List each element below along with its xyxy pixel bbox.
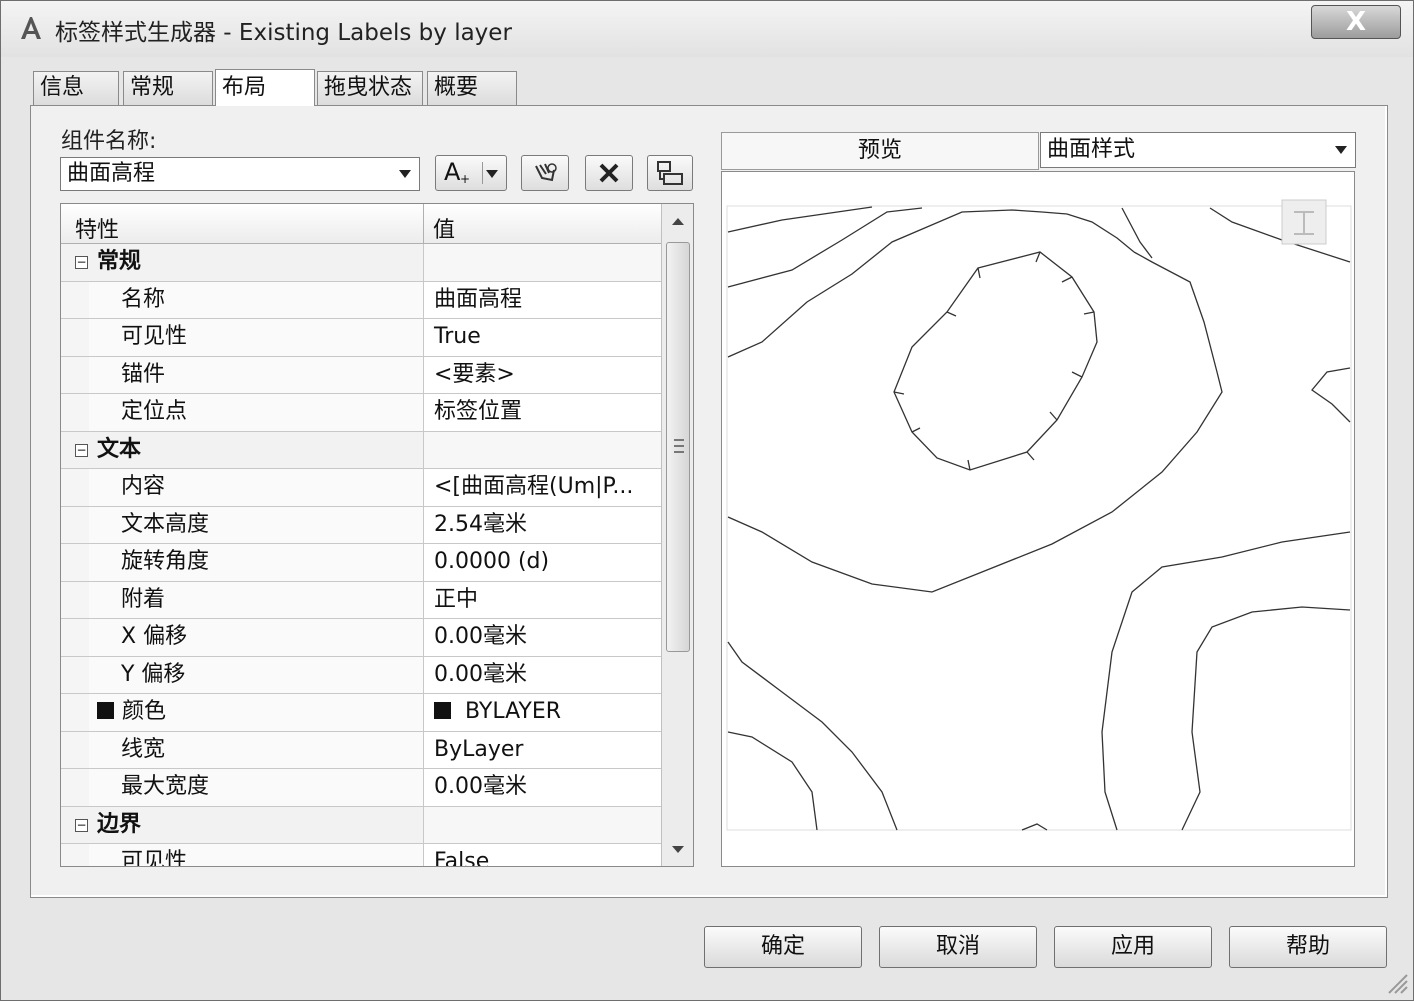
table-row[interactable]: 锚件 <要素> bbox=[61, 356, 661, 394]
color-swatch-icon bbox=[434, 701, 451, 719]
help-button[interactable]: 帮助 bbox=[1229, 926, 1387, 968]
preview-label: 预览 bbox=[721, 132, 1039, 170]
chevron-down-icon bbox=[399, 170, 411, 178]
title-bar: 标签样式生成器 - Existing Labels by layer X bbox=[1, 1, 1413, 57]
create-text-component-button[interactable]: A + bbox=[435, 155, 507, 191]
collapse-icon[interactable]: − bbox=[75, 443, 88, 457]
table-row[interactable]: Y 偏移 0.00毫米 bbox=[61, 656, 661, 694]
tab-dragged-state[interactable]: 拖曳状态 bbox=[317, 71, 423, 105]
property-value[interactable]: 标签位置 bbox=[423, 394, 661, 431]
collapse-icon[interactable]: − bbox=[75, 818, 88, 832]
property-name: 可见性 bbox=[89, 844, 423, 866]
grid-scrollbar[interactable] bbox=[661, 204, 693, 866]
dropdown-arrow-icon bbox=[486, 170, 498, 178]
property-name: 线宽 bbox=[89, 731, 423, 768]
scroll-thumb[interactable] bbox=[666, 242, 690, 652]
property-value[interactable]: 2.54毫米 bbox=[423, 506, 661, 543]
grid-header: 特性 值 bbox=[61, 204, 661, 244]
property-name: 旋转角度 bbox=[89, 544, 423, 581]
chevron-down-icon bbox=[1335, 146, 1347, 154]
table-row[interactable]: 可见性 True bbox=[61, 319, 661, 357]
text-component-icon: A bbox=[444, 158, 461, 186]
group-label: 常规 bbox=[97, 249, 142, 274]
table-row[interactable]: 文本高度 2.54毫米 bbox=[61, 506, 661, 544]
contour-preview-image bbox=[726, 199, 1352, 831]
property-name: 定位点 bbox=[89, 394, 423, 431]
property-value[interactable]: 0.00毫米 bbox=[423, 656, 661, 693]
component-order-icon bbox=[657, 161, 683, 185]
property-name: 名称 bbox=[89, 281, 423, 318]
property-name: Y 偏移 bbox=[89, 656, 423, 693]
property-value[interactable]: True bbox=[423, 319, 661, 356]
table-row[interactable]: X 偏移 0.00毫米 bbox=[61, 619, 661, 657]
table-row[interactable]: 可见性 False bbox=[61, 844, 661, 866]
value-column-header: 值 bbox=[433, 218, 456, 243]
tab-summary[interactable]: 概要 bbox=[427, 71, 517, 105]
property-name: 附着 bbox=[89, 581, 423, 618]
collapse-icon[interactable]: − bbox=[75, 256, 88, 269]
component-name-value: 曲面高程 bbox=[67, 161, 156, 186]
group-row-border[interactable]: − 边界 bbox=[61, 806, 661, 844]
property-value[interactable]: 0.00毫米 bbox=[423, 769, 661, 806]
property-value[interactable]: BYLAYER bbox=[465, 699, 561, 724]
property-name: 内容 bbox=[89, 469, 423, 506]
tab-general[interactable]: 常规 bbox=[123, 71, 213, 105]
group-label: 文本 bbox=[97, 436, 142, 462]
column-separator bbox=[423, 204, 424, 244]
apply-button[interactable]: 应用 bbox=[1054, 926, 1212, 968]
property-value[interactable]: ByLayer bbox=[423, 731, 661, 768]
group-row-general[interactable]: − 常规 bbox=[61, 244, 661, 282]
property-name: 颜色 bbox=[122, 699, 167, 724]
group-row-text[interactable]: − 文本 bbox=[61, 431, 661, 469]
property-value[interactable]: 曲面高程 bbox=[423, 281, 661, 318]
scroll-down-icon[interactable] bbox=[672, 846, 684, 853]
tab-info[interactable]: 信息 bbox=[33, 71, 119, 105]
property-name: 文本高度 bbox=[89, 506, 423, 543]
delete-component-button[interactable] bbox=[585, 155, 633, 191]
ok-button[interactable]: 确定 bbox=[704, 926, 862, 968]
grip-icon bbox=[674, 439, 684, 453]
window-title: 标签样式生成器 - Existing Labels by layer bbox=[55, 20, 512, 46]
preview-style-dropdown[interactable]: 曲面样式 bbox=[1040, 132, 1356, 168]
cancel-button[interactable]: 取消 bbox=[879, 926, 1037, 968]
property-value[interactable]: 0.0000 (d) bbox=[423, 544, 661, 581]
table-row[interactable]: 定位点 标签位置 bbox=[61, 394, 661, 432]
property-name: X 偏移 bbox=[89, 619, 423, 656]
copy-component-button[interactable] bbox=[521, 155, 569, 191]
resize-grip-icon[interactable] bbox=[1383, 969, 1409, 995]
delete-x-icon bbox=[599, 163, 619, 183]
table-row[interactable]: 旋转角度 0.0000 (d) bbox=[61, 544, 661, 582]
property-name: 可见性 bbox=[89, 319, 423, 356]
dialog-window: 标签样式生成器 - Existing Labels by layer X 信息 … bbox=[0, 0, 1414, 1001]
preview-pane[interactable] bbox=[721, 171, 1355, 867]
table-row[interactable]: 线宽 ByLayer bbox=[61, 731, 661, 769]
table-row[interactable]: 名称 曲面高程 bbox=[61, 281, 661, 319]
property-column-header: 特性 bbox=[75, 218, 120, 243]
property-value[interactable]: <要素> bbox=[423, 356, 661, 393]
property-name: 最大宽度 bbox=[89, 769, 423, 806]
text-plus-icon: + bbox=[460, 172, 471, 186]
table-row[interactable]: 内容 <[曲面高程(Um|P... bbox=[61, 469, 661, 507]
preview-style-value: 曲面样式 bbox=[1047, 137, 1136, 162]
property-value[interactable]: 正中 bbox=[423, 581, 661, 618]
chevron-down-icon bbox=[482, 162, 483, 184]
component-name-dropdown[interactable]: 曲面高程 bbox=[60, 157, 420, 191]
scroll-up-icon[interactable] bbox=[672, 218, 684, 225]
hand-gear-icon bbox=[535, 163, 557, 182]
property-value[interactable]: 0.00毫米 bbox=[423, 619, 661, 656]
group-label: 边界 bbox=[97, 811, 142, 837]
table-row[interactable]: 附着 正中 bbox=[61, 581, 661, 619]
component-order-button[interactable] bbox=[647, 155, 693, 191]
property-value[interactable]: False bbox=[423, 844, 661, 866]
tab-layout[interactable]: 布局 bbox=[215, 69, 315, 106]
property-value[interactable]: <[曲面高程(Um|P... bbox=[423, 469, 661, 506]
table-row[interactable]: 最大宽度 0.00毫米 bbox=[61, 769, 661, 807]
color-swatch-icon bbox=[97, 701, 114, 719]
component-name-label: 组件名称: bbox=[61, 129, 157, 154]
close-button[interactable]: X bbox=[1311, 5, 1401, 39]
property-grid: 特性 值 − 常规 名称 曲面高程 可见性 True 锚件 <要素> 定位点 标… bbox=[60, 203, 694, 867]
property-name: 锚件 bbox=[89, 356, 423, 393]
table-row[interactable]: 颜色 BYLAYER bbox=[61, 694, 661, 732]
autocad-app-icon bbox=[21, 17, 41, 39]
